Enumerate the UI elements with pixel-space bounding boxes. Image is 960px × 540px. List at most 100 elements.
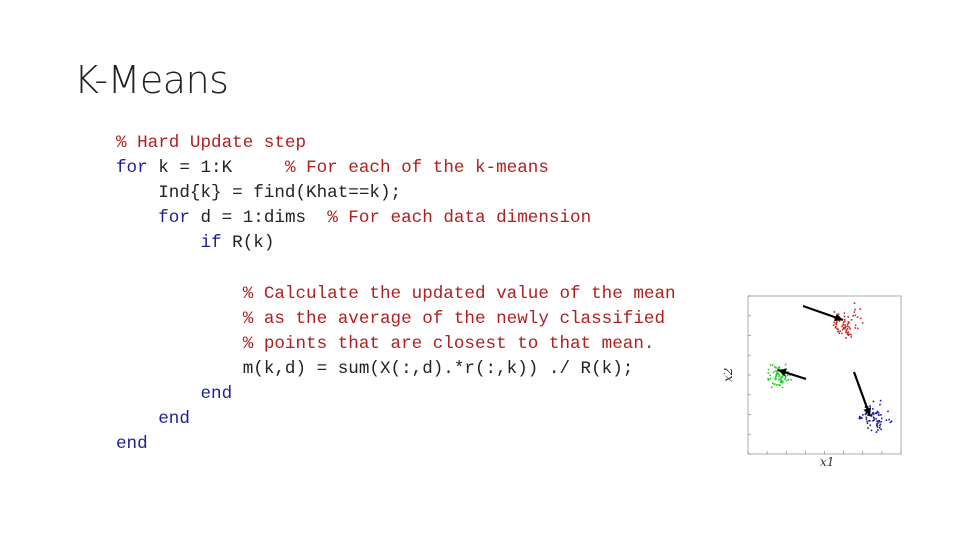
data-point — [854, 327, 857, 329]
data-point — [877, 414, 880, 416]
data-point — [865, 416, 868, 419]
data-point — [849, 328, 851, 330]
data-point — [866, 420, 868, 423]
data-point — [772, 371, 775, 374]
code-line: end — [116, 407, 676, 432]
data-point — [777, 372, 780, 375]
data-point — [840, 332, 843, 335]
code-line: % as the average of the newly classified — [116, 307, 676, 332]
data-point — [854, 308, 856, 311]
data-point — [865, 418, 868, 420]
data-point — [833, 311, 836, 313]
data-point — [854, 314, 857, 317]
data-point — [888, 418, 890, 421]
data-point — [847, 316, 849, 318]
data-point — [771, 382, 774, 384]
data-point — [837, 313, 840, 315]
data-point — [875, 417, 877, 420]
data-point — [880, 428, 882, 431]
data-point — [885, 419, 888, 421]
data-point — [861, 322, 864, 324]
code-keyword: end — [158, 409, 190, 430]
slide-title: K-Means — [74, 58, 229, 102]
code-line: if R(k) — [116, 231, 676, 256]
data-point — [879, 423, 882, 426]
data-point — [850, 319, 853, 321]
data-point — [874, 412, 877, 415]
data-point — [775, 373, 778, 375]
data-point — [778, 366, 781, 368]
code-line: for d = 1:dims % For each data dimension — [116, 206, 676, 231]
data-point — [876, 420, 878, 422]
data-point — [856, 316, 859, 318]
data-point — [784, 378, 786, 381]
code-comment: % points that are closest to that mean. — [242, 333, 655, 354]
data-point — [879, 399, 882, 402]
data-point — [878, 427, 881, 429]
data-point — [787, 379, 790, 381]
data-point — [773, 383, 776, 386]
data-point — [875, 431, 878, 433]
data-point — [786, 374, 789, 376]
data-point — [774, 370, 777, 372]
data-point — [869, 405, 871, 407]
y-axis-label: x2 — [724, 368, 735, 382]
code-line: % Calculate the updated value of the mea… — [116, 282, 676, 307]
code-keyword: end — [116, 434, 148, 455]
data-point — [833, 321, 835, 324]
data-point — [872, 420, 874, 422]
data-point — [838, 332, 840, 334]
code-comment: % For each data dimension — [327, 208, 592, 229]
data-point — [776, 384, 778, 386]
data-point — [843, 312, 846, 314]
data-point — [859, 308, 861, 310]
data-point — [841, 325, 843, 328]
data-point — [889, 421, 892, 424]
data-point — [836, 327, 838, 330]
data-point — [869, 424, 872, 427]
data-point — [837, 330, 839, 333]
data-point — [844, 326, 846, 329]
code-line: end — [116, 382, 676, 407]
code-keyword: end — [200, 383, 233, 404]
data-point — [774, 378, 777, 381]
data-point — [853, 311, 856, 313]
data-point — [859, 317, 862, 320]
data-point — [873, 417, 875, 419]
data-point — [767, 372, 770, 374]
data-point — [838, 320, 841, 322]
data-point — [845, 331, 847, 334]
code-text: R(k) — [221, 233, 275, 254]
data-point — [842, 323, 844, 325]
data-point — [876, 424, 878, 426]
data-point — [847, 322, 850, 325]
code-comment: % Hard Update step — [116, 133, 307, 153]
code-line: end — [116, 432, 676, 457]
kmeans-scatter-figure: x1 x2 — [724, 295, 902, 469]
data-point — [839, 330, 841, 332]
code-line: Ind{k} = find(Khat==k); — [116, 181, 676, 206]
data-point — [871, 412, 874, 414]
data-point — [780, 379, 782, 381]
data-point — [887, 410, 889, 413]
code-comment: % For each of the k-means — [284, 158, 549, 179]
data-point — [877, 429, 879, 431]
data-point — [780, 377, 783, 379]
data-point — [854, 324, 857, 327]
code-keyword: for — [158, 208, 190, 229]
code-line: for k = 1:K % For each of the k-means — [116, 156, 676, 181]
data-point — [857, 327, 859, 330]
data-point — [790, 378, 793, 381]
x-axis-label: x1 — [820, 455, 834, 469]
data-point — [835, 325, 837, 328]
code-line: % Hard Update step — [116, 131, 676, 156]
data-point — [832, 324, 835, 326]
data-point — [835, 323, 837, 325]
data-point — [784, 363, 787, 366]
data-point — [846, 332, 849, 334]
code-text: k = 1:K — [147, 158, 285, 179]
data-point — [836, 321, 838, 323]
data-point — [879, 403, 881, 406]
data-point — [771, 386, 773, 389]
data-point — [778, 378, 780, 381]
